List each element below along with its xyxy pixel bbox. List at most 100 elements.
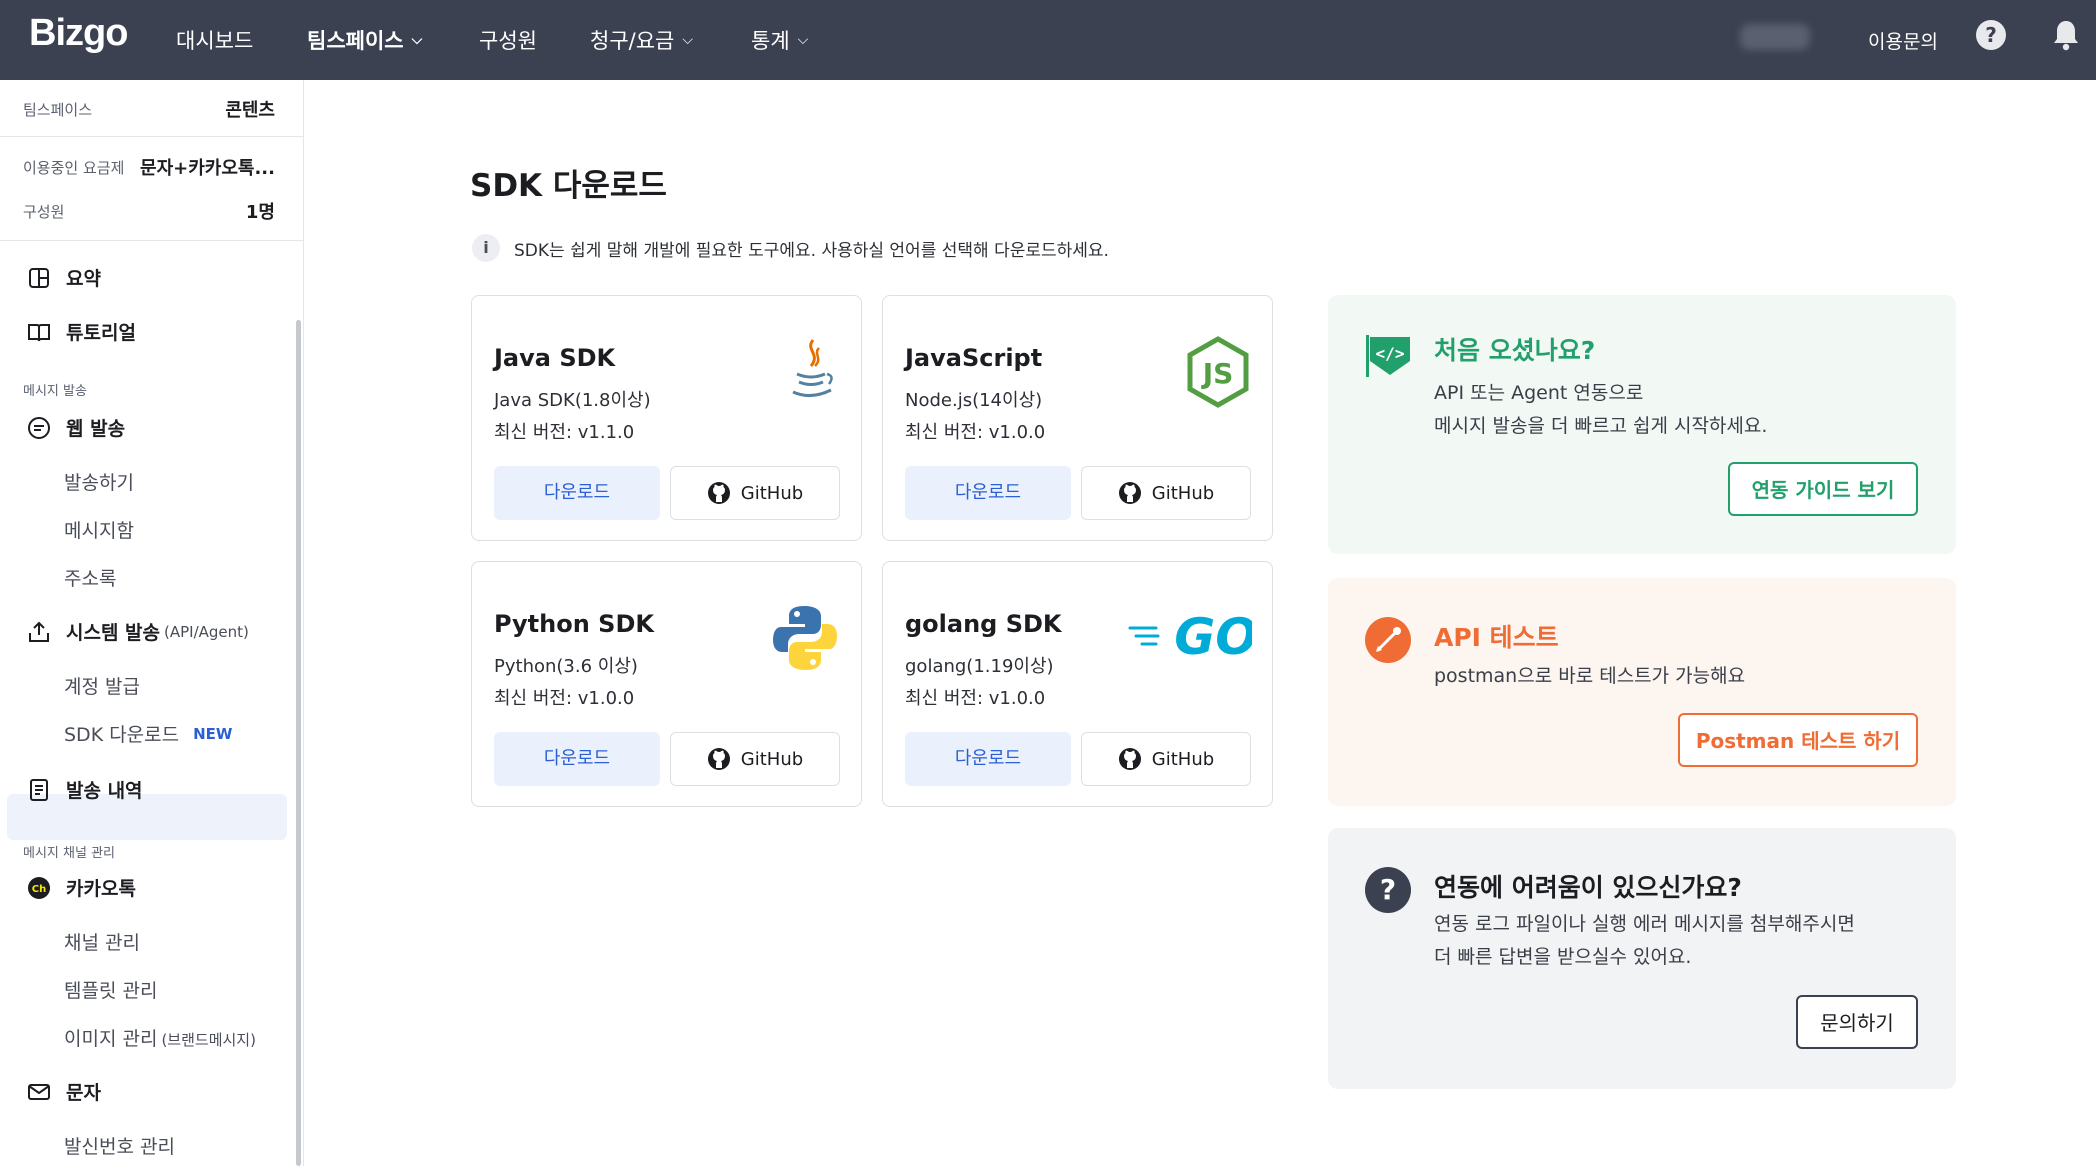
sdk-card-golang: golang SDK golang(1.19이상) 최신 버전: v1.0.0 …	[882, 561, 1273, 807]
nav-members[interactable]: 구성원	[479, 0, 537, 80]
members-info: 구성원 1명	[23, 198, 275, 224]
download-button[interactable]: 다운로드	[494, 466, 660, 520]
divider	[0, 240, 304, 241]
sidebar: 팀스페이스 콘텐츠 이용중인 요금제 문자+카카오톡... 구성원 1명 요약 …	[0, 80, 304, 1166]
top-navigation-bar: Bizgo 대시보드 팀스페이스 ⌵ 구성원 청구/요금 ⌵ 통계 ⌵ 이용문의 ?	[0, 0, 2096, 80]
github-icon	[1118, 482, 1141, 504]
svg-text:JS: JS	[1201, 357, 1234, 390]
kakao-channel-icon: Ch	[28, 876, 50, 899]
sidebar-item-msgbox[interactable]: 메시지함	[64, 516, 134, 543]
sdk-name: Java SDK	[494, 344, 616, 372]
sidebar-item-system-send[interactable]: 시스템 발송 (API/Agent)	[26, 618, 249, 645]
sdk-name: Python SDK	[494, 610, 654, 638]
promo-first-visit: </> 처음 오셨나요? API 또는 Agent 연동으로 메시지 발송을 더…	[1328, 295, 1956, 554]
github-button[interactable]: GitHub	[1081, 732, 1251, 786]
github-button[interactable]: GitHub	[670, 732, 840, 786]
sdk-requirement: Node.js(14이상)	[905, 390, 1043, 411]
info-notice: i SDK는 쉽게 말해 개발에 필요한 도구에요. 사용하실 언어를 선택해 …	[472, 234, 1109, 262]
github-button[interactable]: GitHub	[670, 466, 840, 520]
sidebar-item-channel-mgmt[interactable]: 채널 관리	[64, 928, 140, 955]
info-text: SDK는 쉽게 말해 개발에 필요한 도구에요. 사용하실 언어를 선택해 다운…	[514, 240, 1109, 261]
chevron-down-icon: ⌵	[411, 32, 423, 48]
promo-text: postman으로 바로 테스트가 가능해요	[1434, 665, 1746, 687]
members-value: 1명	[245, 202, 275, 223]
sidebar-item-sdk-download[interactable]: SDK 다운로드 NEW	[64, 720, 232, 747]
download-button[interactable]: 다운로드	[494, 732, 660, 786]
sidebar-item-summary[interactable]: 요약	[26, 264, 101, 291]
svg-text:GO: GO	[1174, 610, 1252, 666]
sidebar-item-tutorial[interactable]: 튜토리얼	[26, 318, 136, 345]
download-button[interactable]: 다운로드	[905, 466, 1071, 520]
sdk-requirement: Java SDK(1.8이상)	[494, 390, 651, 411]
page-title: SDK 다운로드	[470, 168, 667, 204]
sdk-card-python: Python SDK Python(3.6 이상) 최신 버전: v1.0.0 …	[471, 561, 862, 807]
promo-text: 연동 로그 파일이나 실행 에러 메시지를 첨부해주시면 더 빠른 답변을 받으…	[1434, 913, 1855, 968]
members-label: 구성원	[23, 202, 65, 221]
bell-icon[interactable]	[2052, 19, 2080, 51]
sidebar-scrollbar[interactable]	[296, 320, 301, 1166]
sidebar-item-history[interactable]: 발송 내역	[26, 776, 143, 803]
promo-api-test: API 테스트 postman으로 바로 테스트가 가능해요 Postman 테…	[1328, 578, 1956, 806]
github-button[interactable]: GitHub	[1081, 466, 1251, 520]
sidebar-item-address[interactable]: 주소록	[64, 564, 116, 591]
question-icon: ?	[1365, 867, 1411, 913]
sdk-requirement: Python(3.6 이상)	[494, 656, 638, 677]
inquiry-button[interactable]: 문의하기	[1796, 995, 1918, 1049]
sdk-card-java: Java SDK Java SDK(1.8이상) 최신 버전: v1.1.0 다…	[471, 295, 862, 541]
promo-title: 연동에 어려움이 있으신가요?	[1434, 873, 1742, 902]
sidebar-item-web-send[interactable]: 웹 발송	[26, 414, 125, 441]
python-logo-icon	[773, 606, 837, 670]
sidebar-item-sender-mgmt[interactable]: 발신번호 관리	[64, 1132, 175, 1159]
teamspace-label: 팀스페이스	[23, 100, 93, 119]
postman-icon	[1365, 617, 1411, 663]
nodejs-logo-icon: JS	[1187, 336, 1249, 408]
integration-guide-button[interactable]: 연동 가이드 보기	[1728, 462, 1918, 516]
nav-statistics[interactable]: 통계 ⌵	[751, 0, 808, 80]
help-icon[interactable]: ?	[1976, 20, 2006, 50]
section-channel: 메시지 채널 관리	[23, 846, 115, 861]
github-icon	[707, 748, 730, 770]
sidebar-item-sms[interactable]: 문자	[26, 1078, 101, 1105]
promo-title: 처음 오셨나요?	[1434, 336, 1596, 365]
bizgo-logo[interactable]: Bizgo	[29, 12, 128, 55]
divider	[0, 136, 304, 137]
nav-dashboard[interactable]: 대시보드	[176, 0, 253, 80]
nav-billing[interactable]: 청구/요금 ⌵	[590, 0, 693, 80]
upload-icon	[29, 621, 49, 642]
java-logo-icon	[792, 339, 833, 397]
sidebar-item-account[interactable]: 계정 발급	[64, 672, 140, 699]
sdk-card-javascript: JavaScript Node.js(14이상) 최신 버전: v1.0.0 J…	[882, 295, 1273, 541]
chevron-down-icon: ⌵	[682, 32, 693, 48]
sidebar-item-send[interactable]: 발송하기	[64, 468, 134, 495]
chevron-down-icon: ⌵	[797, 32, 809, 48]
user-name-blurred[interactable]	[1740, 24, 1810, 50]
section-message-send: 메시지 발송	[23, 384, 87, 399]
nav-teamspace[interactable]: 팀스페이스 ⌵	[307, 0, 422, 80]
teamspace-info[interactable]: 팀스페이스 콘텐츠	[23, 96, 275, 122]
github-icon	[707, 482, 730, 504]
sdk-version: 최신 버전: v1.0.0	[494, 688, 635, 709]
sidebar-item-template-mgmt[interactable]: 템플릿 관리	[64, 976, 157, 1003]
promo-text: API 또는 Agent 연동으로 메시지 발송을 더 빠르고 쉽게 시작하세요…	[1434, 382, 1768, 437]
plan-value: 문자+카카오톡...	[140, 158, 275, 179]
sdk-name: JavaScript	[905, 344, 1043, 372]
summary-icon	[29, 267, 49, 288]
sidebar-item-image-mgmt[interactable]: 이미지 관리 (브랜드메시지)	[64, 1024, 256, 1051]
postman-test-button[interactable]: Postman 테스트 하기	[1678, 713, 1918, 767]
inquiry-link[interactable]: 이용문의	[1868, 0, 1938, 80]
promo-title: API 테스트	[1434, 623, 1559, 652]
download-button[interactable]: 다운로드	[905, 732, 1071, 786]
code-flag-icon: </>	[1366, 335, 1410, 377]
github-icon	[1118, 748, 1141, 770]
plan-info: 이용중인 요금제 문자+카카오톡...	[23, 154, 275, 180]
svg-text:</>: </>	[1376, 344, 1405, 363]
document-icon	[30, 778, 48, 801]
sdk-requirement: golang(1.19이상)	[905, 656, 1054, 677]
info-icon: i	[472, 234, 500, 262]
sdk-version: 최신 버전: v1.0.0	[905, 688, 1046, 709]
book-icon	[28, 323, 50, 341]
svg-text:?: ?	[1380, 873, 1396, 906]
new-badge: NEW	[193, 724, 233, 743]
sidebar-item-kakao[interactable]: Ch 카카오톡	[26, 874, 136, 901]
go-logo-icon: GO	[1128, 610, 1252, 666]
